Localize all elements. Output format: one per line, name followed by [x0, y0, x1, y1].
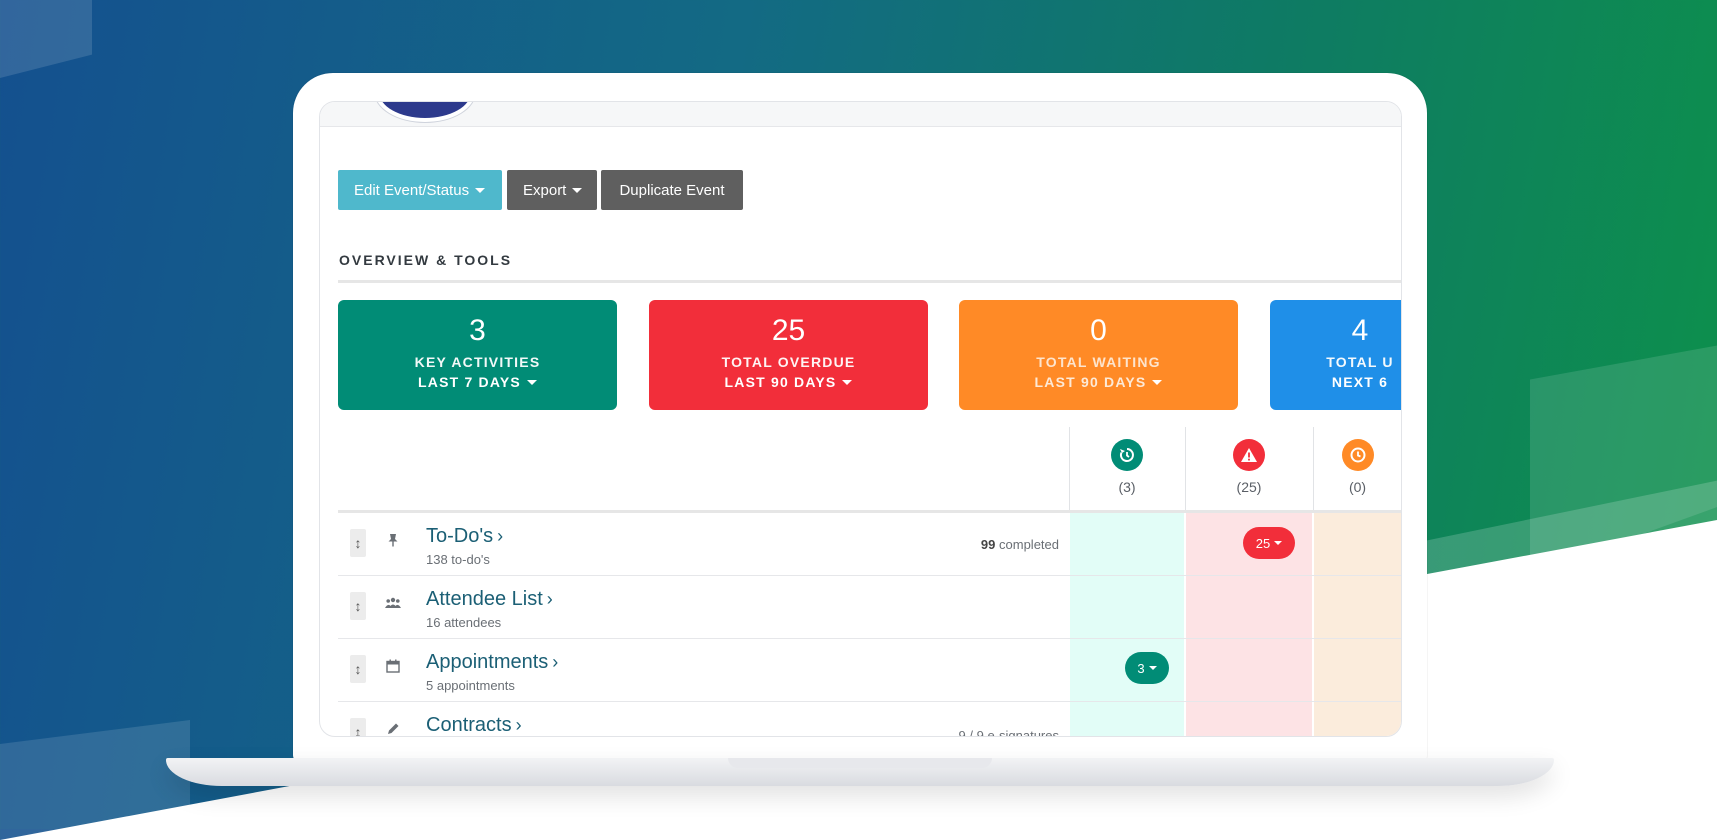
row-subtitle: 5 appointments: [426, 678, 515, 693]
section-title: OVERVIEW & TOOLS: [339, 252, 513, 268]
row-title: Attendee List: [426, 588, 543, 610]
background-shape: [0, 720, 190, 840]
caret-down-icon: [842, 379, 853, 385]
card-period: LAST 90 DAYS: [1034, 374, 1147, 390]
card-label: TOTAL OVERDUE: [721, 354, 856, 370]
row-title-link[interactable]: Appointments ›: [426, 651, 558, 674]
chevron-right-icon: ›: [546, 589, 553, 609]
users-icon: [384, 596, 402, 612]
caret-down-icon: [526, 379, 537, 385]
key-activities-card[interactable]: 3 KEY ACTIVITIES LAST 7 DAYS: [338, 300, 617, 410]
card-value: 4: [1351, 314, 1369, 347]
overdue-column-header[interactable]: (25): [1186, 427, 1312, 511]
row-title: To-Do's: [426, 525, 494, 547]
total-waiting-card[interactable]: 0 TOTAL WAITING LAST 90 DAYS: [959, 300, 1238, 410]
overdue-pill[interactable]: 25: [1243, 527, 1295, 559]
caret-down-icon: [1148, 666, 1157, 670]
chevron-right-icon: ›: [515, 715, 522, 735]
card-label: KEY ACTIVITIES: [414, 354, 541, 370]
waiting-column-header[interactable]: (0): [1314, 427, 1401, 511]
caret-down-icon: [1152, 379, 1163, 385]
background-shape: [1400, 480, 1717, 590]
drag-handle-icon[interactable]: ↕: [350, 718, 366, 736]
export-button[interactable]: Export: [507, 170, 597, 210]
row-subtitle: 138 to-do's: [426, 552, 490, 567]
calendar-icon: [384, 659, 402, 676]
total-overdue-card[interactable]: 25 TOTAL OVERDUE LAST 90 DAYS: [649, 300, 928, 410]
chevron-right-icon: ›: [552, 652, 559, 672]
laptop-notch: [728, 758, 992, 768]
row-completed: 99 completed: [981, 537, 1059, 552]
drag-handle-icon[interactable]: ↕: [350, 529, 366, 557]
pin-icon: [384, 533, 402, 550]
completed-count: 99: [980, 537, 996, 552]
card-period: NEXT 6: [1331, 374, 1389, 390]
edit-event-status-button[interactable]: Edit Event/Status: [338, 170, 502, 210]
pill-value: 3: [1137, 660, 1145, 676]
card-period: LAST 7 DAYS: [418, 374, 521, 390]
caret-down-icon: [1274, 541, 1283, 545]
clock-icon: [1341, 439, 1374, 471]
divider: [338, 280, 1401, 283]
table-row[interactable]: ↕ To-Do's › 138 to-do's 99 completed 25: [338, 513, 1401, 576]
header-bar: [320, 102, 1401, 127]
row-signatures: 9 / 9 e-signatures: [958, 728, 1059, 737]
pen-icon: [384, 722, 402, 736]
column-count: (25): [1236, 479, 1262, 495]
row-title: Contracts: [426, 714, 512, 736]
table-row[interactable]: ↕ Appointments › 5 appointments 3: [338, 639, 1401, 702]
row-title: Appointments: [426, 651, 549, 673]
avatar[interactable]: [375, 102, 475, 122]
app-screen: Edit Event/Status Export Duplicate Event…: [319, 101, 1402, 737]
card-value: 25: [771, 314, 806, 347]
drag-handle-icon[interactable]: ↕: [350, 655, 366, 683]
card-period: LAST 90 DAYS: [724, 374, 837, 390]
table-row[interactable]: ↕ Contracts › 9 / 9 e-signatures: [338, 702, 1401, 737]
key-activities-pill[interactable]: 3: [1125, 652, 1169, 684]
background-shape: [1530, 345, 1717, 575]
card-period-dropdown[interactable]: LAST 90 DAYS: [959, 374, 1238, 390]
card-period-dropdown[interactable]: NEXT 6: [1270, 374, 1401, 390]
card-period-dropdown[interactable]: LAST 7 DAYS: [338, 374, 617, 390]
card-label: TOTAL WAITING: [1036, 354, 1161, 370]
card-value: 0: [1090, 314, 1107, 347]
duplicate-event-label: Duplicate Event: [619, 181, 725, 199]
duplicate-event-button[interactable]: Duplicate Event: [601, 170, 743, 210]
card-value: 3: [469, 314, 486, 347]
card-label: TOTAL U: [1326, 354, 1394, 370]
caret-down-icon: [475, 187, 486, 193]
pill-value: 25: [1255, 535, 1271, 551]
background-shape: [0, 0, 92, 78]
caret-down-icon: [572, 187, 583, 193]
export-label: Export: [523, 181, 567, 199]
row-title-link[interactable]: To-Do's ›: [426, 525, 503, 548]
key-activities-column-header[interactable]: (3): [1070, 427, 1184, 511]
row-subtitle: 16 attendees: [426, 615, 502, 630]
table-row[interactable]: ↕ Attendee List › 16 attendees: [338, 576, 1401, 639]
edit-event-status-label: Edit Event/Status: [354, 181, 470, 199]
card-period-dropdown[interactable]: LAST 90 DAYS: [649, 374, 928, 390]
column-count: (3): [1118, 479, 1136, 495]
drag-handle-icon[interactable]: ↕: [350, 592, 366, 620]
row-title-link[interactable]: Attendee List ›: [426, 588, 553, 611]
row-title-link[interactable]: Contracts ›: [426, 714, 522, 736]
completed-label: completed: [999, 537, 1059, 552]
total-upcoming-card[interactable]: 4 TOTAL U NEXT 6: [1270, 300, 1401, 410]
chevron-right-icon: ›: [497, 526, 504, 546]
column-count: (0): [1348, 479, 1367, 495]
warning-icon: [1233, 439, 1265, 471]
history-icon: [1111, 439, 1143, 471]
